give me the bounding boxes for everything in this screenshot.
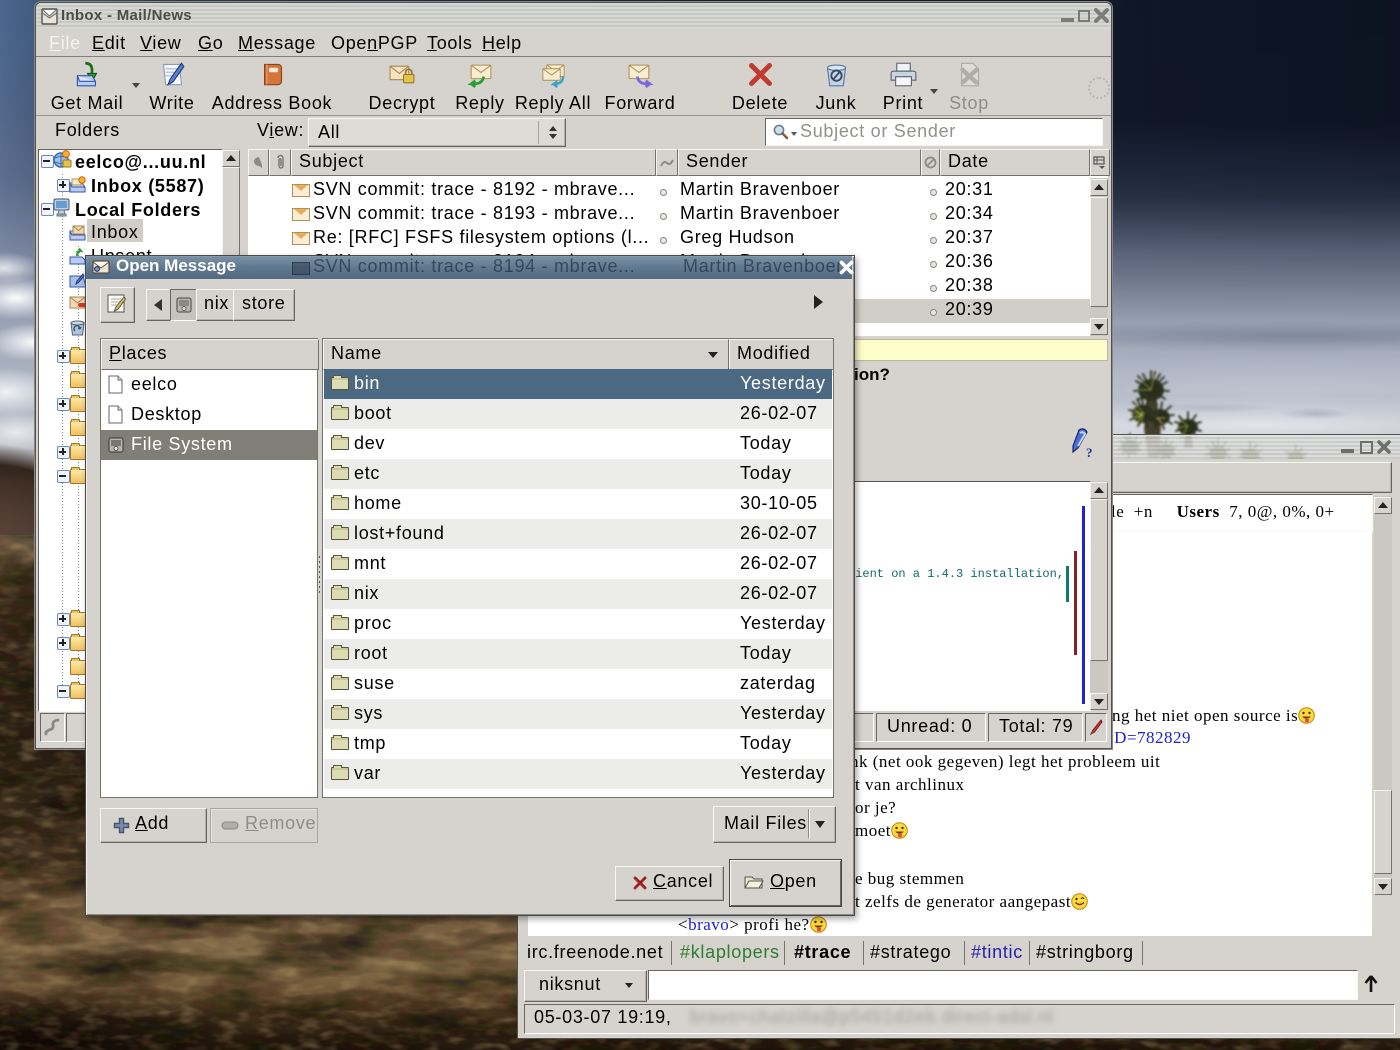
svg-text:?: ? [1086,445,1093,460]
